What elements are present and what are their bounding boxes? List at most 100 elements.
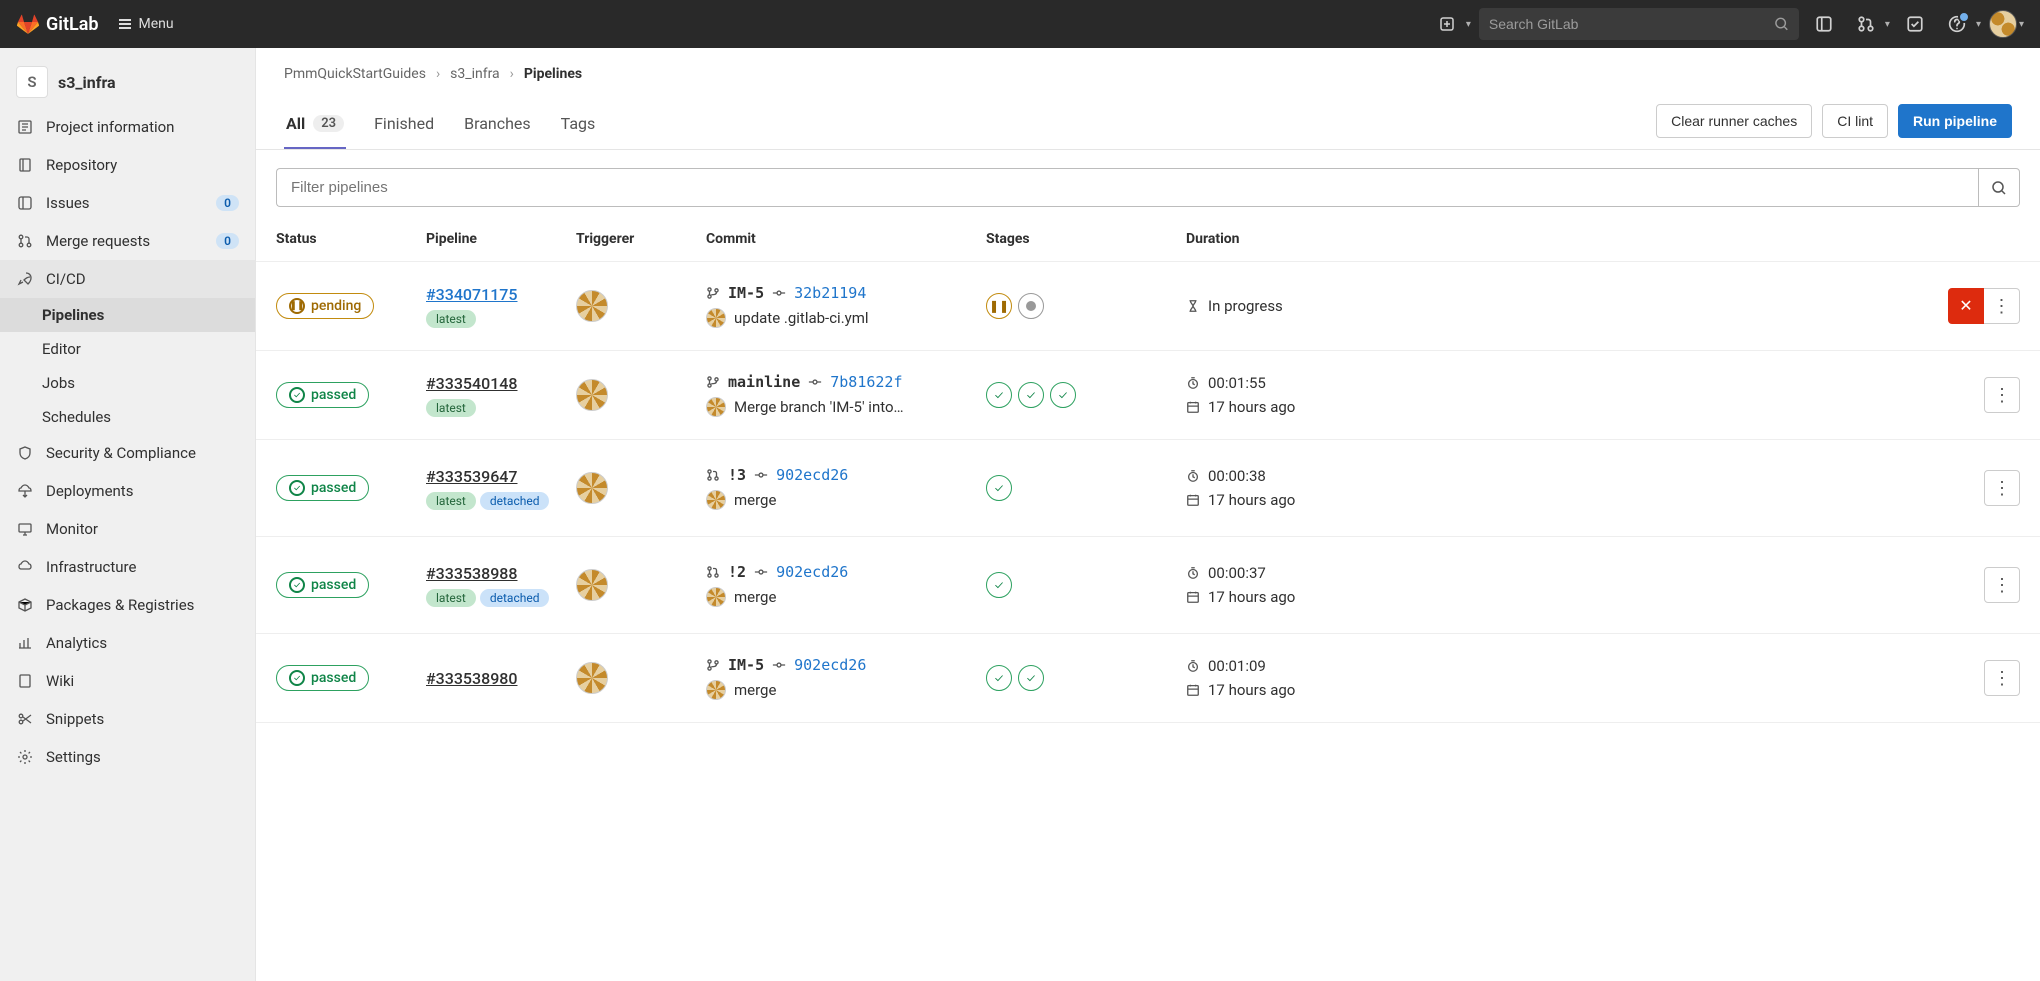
status-badge[interactable]: ✓passed <box>276 572 369 598</box>
triggerer-avatar[interactable] <box>576 379 608 411</box>
stage-passed[interactable]: ✓ <box>986 665 1012 691</box>
sidebar-sub-schedules[interactable]: Schedules <box>0 400 255 434</box>
issues-shortcut[interactable] <box>1807 7 1841 41</box>
cancel-pipeline-button[interactable]: ✕ <box>1948 288 1984 324</box>
crumb-project[interactable]: s3_infra <box>450 66 500 82</box>
stage-passed[interactable]: ✓ <box>1050 382 1076 408</box>
triggerer-avatar[interactable] <box>576 662 608 694</box>
ref-name[interactable]: IM-5 <box>728 284 764 302</box>
crumb-group[interactable]: PmmQuickStartGuides <box>284 66 426 82</box>
stage-passed[interactable]: ✓ <box>1018 665 1044 691</box>
sidebar-sub-pipelines[interactable]: Pipelines <box>0 298 255 332</box>
sidebar-item-merge-requests[interactable]: Merge requests 0 <box>0 222 255 260</box>
commit-author-avatar[interactable] <box>706 490 726 510</box>
sidebar-item-project-info[interactable]: Project information <box>0 108 255 146</box>
status-badge[interactable]: ✓passed <box>276 382 369 408</box>
sidebar-sub-jobs[interactable]: Jobs <box>0 366 255 400</box>
stage-passed[interactable]: ✓ <box>986 475 1012 501</box>
ci-lint-button[interactable]: CI lint <box>1822 104 1888 138</box>
plus-dropdown[interactable]: ▾ <box>1430 7 1471 41</box>
gitlab-logo[interactable]: GitLab <box>16 12 99 36</box>
project-header[interactable]: S s3_infra <box>0 56 255 108</box>
sidebar-sub-editor[interactable]: Editor <box>0 332 255 366</box>
global-search[interactable] <box>1479 8 1799 40</box>
search-input[interactable] <box>1489 16 1774 32</box>
calendar-icon <box>1186 493 1200 507</box>
stage-created[interactable] <box>1018 293 1044 319</box>
pipeline-tag-latest: latest <box>426 310 476 328</box>
status-badge[interactable]: ✓passed <box>276 475 369 501</box>
commit-author-avatar[interactable] <box>706 397 726 417</box>
status-badge[interactable]: ❚❚pending <box>276 293 374 319</box>
sidebar-sub-label: Pipelines <box>42 306 104 324</box>
filter-input[interactable] <box>276 168 1978 207</box>
avatar <box>1989 10 2017 38</box>
sidebar-item-analytics[interactable]: Analytics <box>0 624 255 662</box>
commit-sha[interactable]: 902ecd26 <box>776 466 848 484</box>
stage-passed[interactable]: ✓ <box>986 572 1012 598</box>
plus-icon <box>1439 16 1455 32</box>
sidebar-item-security[interactable]: Security & Compliance <box>0 434 255 472</box>
sidebar-item-settings[interactable]: Settings <box>0 738 255 776</box>
sidebar-item-repository[interactable]: Repository <box>0 146 255 184</box>
commit-message[interactable]: merge <box>734 491 776 509</box>
commit-sha[interactable]: 902ecd26 <box>776 563 848 581</box>
status-badge[interactable]: ✓passed <box>276 665 369 691</box>
commit-sha[interactable]: 32b21194 <box>794 284 866 302</box>
triggerer-avatar[interactable] <box>576 472 608 504</box>
sidebar-item-monitor[interactable]: Monitor <box>0 510 255 548</box>
filter-search-button[interactable] <box>1978 168 2020 207</box>
ref-name[interactable]: mainline <box>728 373 800 391</box>
pipeline-row: ✓passed #333538980 IM-5 902ecd26 merge ✓✓… <box>256 634 2040 723</box>
commit-author-avatar[interactable] <box>706 680 726 700</box>
commit-message[interactable]: Merge branch 'IM-5' into… <box>734 398 904 416</box>
tab-tags[interactable]: Tags <box>559 100 598 149</box>
todos-shortcut[interactable] <box>1898 7 1932 41</box>
sidebar-item-infrastructure[interactable]: Infrastructure <box>0 548 255 586</box>
stage-pending[interactable]: ❚❚ <box>986 293 1012 319</box>
commit-sha[interactable]: 902ecd26 <box>794 656 866 674</box>
pipeline-id-link[interactable]: #333538988 <box>426 564 518 583</box>
commit-sha[interactable]: 7b81622f <box>830 373 902 391</box>
sidebar-item-cicd[interactable]: CI/CD <box>0 260 255 298</box>
sidebar-item-packages[interactable]: Packages & Registries <box>0 586 255 624</box>
sidebar-item-deployments[interactable]: Deployments <box>0 472 255 510</box>
sidebar-sub-label: Editor <box>42 340 81 358</box>
sidebar-item-label: Wiki <box>46 672 74 690</box>
row-kebab-button[interactable]: ⋮ <box>1984 660 2020 696</box>
row-kebab-button[interactable]: ⋮ <box>1984 567 2020 603</box>
stage-passed[interactable]: ✓ <box>1018 382 1044 408</box>
help-dropdown[interactable]: ▾ <box>1940 7 1981 41</box>
ref-name[interactable]: IM-5 <box>728 656 764 674</box>
row-kebab-button[interactable]: ⋮ <box>1984 377 2020 413</box>
pipeline-id-link[interactable]: #333538980 <box>426 669 518 688</box>
run-pipeline-button[interactable]: Run pipeline <box>1898 104 2012 138</box>
sidebar-item-wiki[interactable]: Wiki <box>0 662 255 700</box>
triggerer-avatar[interactable] <box>576 290 608 322</box>
user-menu[interactable]: ▾ <box>1989 10 2024 38</box>
tab-branches[interactable]: Branches <box>462 100 533 149</box>
ref-name[interactable]: !2 <box>728 563 746 581</box>
pipeline-tag-latest: latest <box>426 399 476 417</box>
hamburger-menu[interactable]: Menu <box>107 10 184 38</box>
merge-requests-shortcut[interactable]: ▾ <box>1849 7 1890 41</box>
row-kebab-button[interactable]: ⋮ <box>1984 470 2020 506</box>
triggerer-avatar[interactable] <box>576 569 608 601</box>
commit-author-avatar[interactable] <box>706 308 726 328</box>
tab-finished[interactable]: Finished <box>372 100 436 149</box>
pipeline-id-link[interactable]: #333540148 <box>426 374 518 393</box>
sidebar-item-issues[interactable]: Issues 0 <box>0 184 255 222</box>
clear-caches-button[interactable]: Clear runner caches <box>1656 104 1812 138</box>
pipeline-id-link[interactable]: #334071175 <box>426 285 518 304</box>
commit-message[interactable]: update .gitlab-ci.yml <box>734 309 869 327</box>
commit-message[interactable]: merge <box>734 681 776 699</box>
ref-name[interactable]: !3 <box>728 466 746 484</box>
tab-all[interactable]: All 23 <box>284 100 346 149</box>
sidebar-item-snippets[interactable]: Snippets <box>0 700 255 738</box>
pipeline-id-link[interactable]: #333539647 <box>426 467 518 486</box>
row-kebab-button[interactable]: ⋮ <box>1984 288 2020 324</box>
commit-message[interactable]: merge <box>734 588 776 606</box>
stage-passed[interactable]: ✓ <box>986 382 1012 408</box>
commit-author-avatar[interactable] <box>706 587 726 607</box>
pipeline-row: ❚❚pending#334071175latest IM-5 32b21194 … <box>256 262 2040 351</box>
